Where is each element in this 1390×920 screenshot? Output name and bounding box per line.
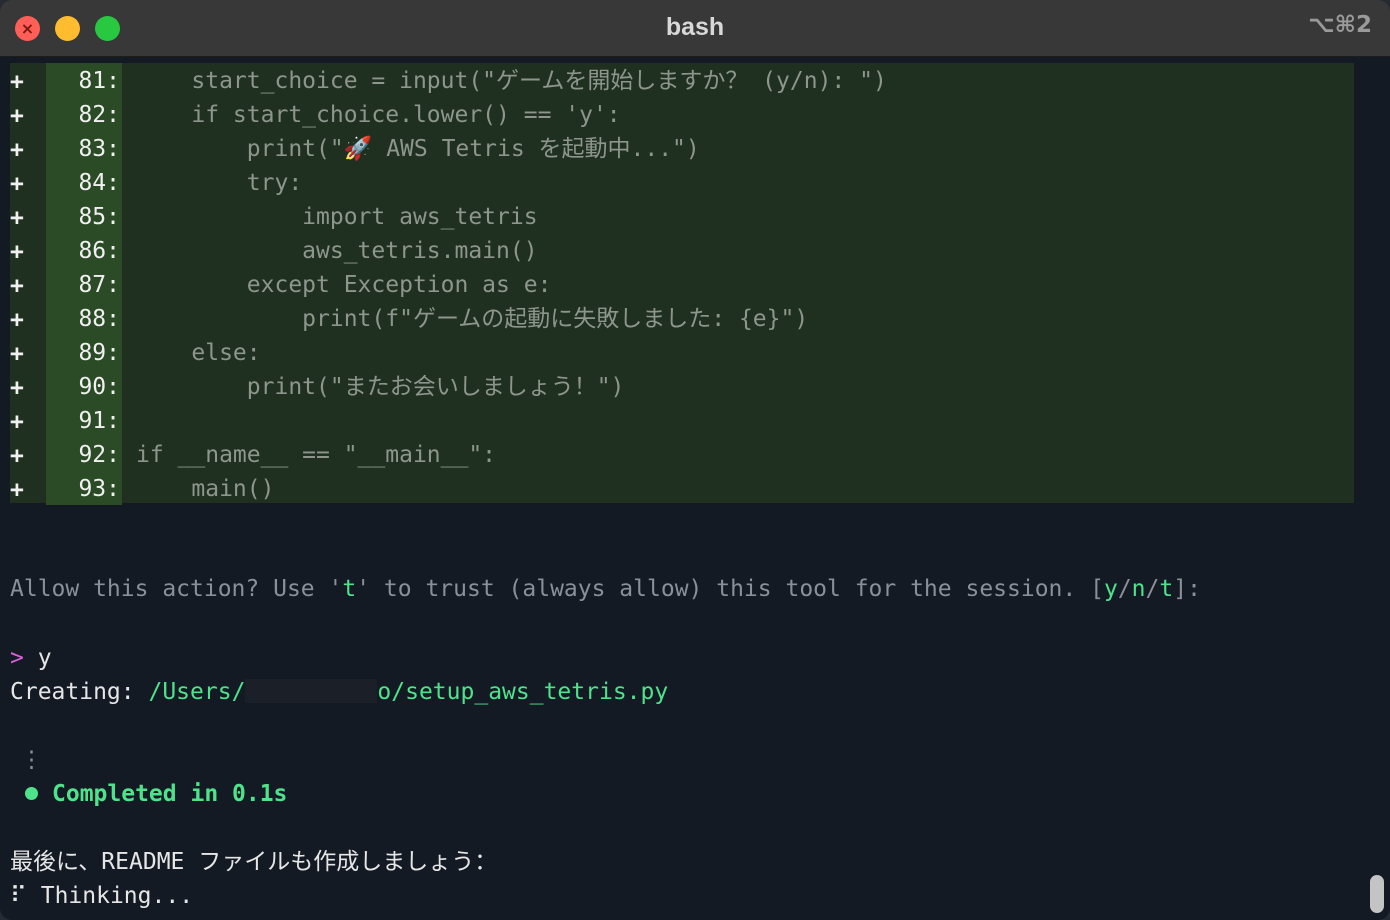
prompt-text-middle: ' to trust (always allow) this tool for … [356,576,1104,602]
diff-row: +91: [10,403,1354,437]
diff-row: +83: print("🚀 AWS Tetris を起動中...") [10,131,1354,165]
terminal-output[interactable]: +81: start_choice = input("ゲームを開始しますか？ (… [0,57,1390,920]
diff-row: +87: except Exception as e: [10,267,1354,301]
input-marker: > [10,645,24,671]
diff-add-marker: + [10,443,24,469]
option-separator: / [1117,576,1132,602]
code-text: print("🚀 AWS Tetris を起動中...") [136,136,700,162]
diff-row: +84: try: [10,165,1354,199]
thinking-text: Thinking... [40,883,194,909]
diff-row: +81: start_choice = input("ゲームを開始しますか？ (… [10,63,1354,97]
trust-key: t [342,576,357,602]
option-yes: y [1103,576,1118,602]
thinking-spinner-icon: ⠏ [10,883,27,909]
diff-add-marker: + [10,409,24,435]
diff-add-marker: + [10,307,24,333]
diff-add-marker: + [10,205,24,231]
line-number: 82: [78,102,120,128]
code-text: if start_choice.lower() == 'y': [136,102,621,128]
diff-add-marker: + [10,341,24,367]
diff-add-marker: + [10,239,24,265]
window-shortcut: ⌥⌘2 [1308,12,1372,38]
prompt-text-before: Allow this action? Use ' [10,576,343,602]
prompt-text-after: ]: [1173,576,1201,602]
path-start: /Users/ [148,679,246,705]
creating-label: Creating: [10,679,135,705]
code-text: else: [136,340,261,366]
thinking-line: ⠏ Thinking... [10,879,193,913]
diff-row: +93: main() [10,471,1354,505]
code-text: try: [136,170,303,196]
creating-line: Creating: /Users/o/setup_aws_tetris.py [10,675,668,709]
diff-row: +89: else: [10,335,1354,369]
diff-add-marker: + [10,273,24,299]
line-number: 90: [78,374,120,400]
diff-row: +86: aws_tetris.main() [10,233,1354,267]
line-number: 86: [78,238,120,264]
permission-prompt: Allow this action? Use 't' to trust (alw… [10,572,1201,606]
line-number: 93: [78,476,120,502]
line-number: 91: [78,408,120,434]
path-end: o/setup_aws_tetris.py [377,679,669,705]
title-bar: × bash ⌥⌘2 [0,0,1390,57]
user-input-line: > y [10,641,52,675]
diff-add-marker: + [10,375,24,401]
code-text: print(f"ゲームの起動に失敗しました: {e}") [136,306,809,332]
scrollbar-thumb[interactable] [1370,875,1384,913]
code-text: aws_tetris.main() [136,238,538,264]
diff-row: +88: print(f"ゲームの起動に失敗しました: {e}") [10,301,1354,335]
line-number: 83: [78,136,120,162]
option-trust: t [1159,576,1174,602]
status-spinner: ⋮ [20,747,43,773]
redacted-block [245,679,378,703]
diff-add-marker: + [10,69,24,95]
option-no: n [1131,576,1146,602]
diff-add-marker: + [10,171,24,197]
line-number: 89: [78,340,120,366]
line-number: 88: [78,306,120,332]
diff-row: +85: import aws_tetris [10,199,1354,233]
status-dot-icon [25,787,38,800]
line-number: 81: [78,68,120,94]
diff-add-marker: + [10,137,24,163]
option-separator: / [1145,576,1160,602]
assistant-message: 最後に、README ファイルも作成しましょう： [10,849,498,875]
diff-add-marker: + [10,103,24,129]
code-text: import aws_tetris [136,204,538,230]
code-text: print("またお会いしましょう！") [136,374,625,400]
line-number: 85: [78,204,120,230]
diff-row: +82: if start_choice.lower() == 'y': [10,97,1354,131]
terminal-window: × bash ⌥⌘2 +81: start_choice = input("ゲー… [0,0,1390,920]
completed-status: Completed in 0.1s [25,777,287,811]
completed-text: Completed in 0.1s [52,781,288,807]
line-number: 92: [78,442,120,468]
line-number: 84: [78,170,120,196]
code-text: start_choice = input("ゲームを開始しますか？ (y/n):… [136,68,887,94]
line-number: 87: [78,272,120,298]
diff-row: +90: print("またお会いしましょう！") [10,369,1354,403]
code-text: main() [136,476,275,502]
window-title: bash [665,13,725,41]
diff-block: +81: start_choice = input("ゲームを開始しますか？ (… [10,63,1354,505]
diff-row: +92: if __name__ == "__main__": [10,437,1354,471]
code-text: if __name__ == "__main__": [136,442,497,468]
code-text: except Exception as e: [136,272,552,298]
diff-add-marker: + [10,477,24,503]
input-value: y [37,645,52,671]
